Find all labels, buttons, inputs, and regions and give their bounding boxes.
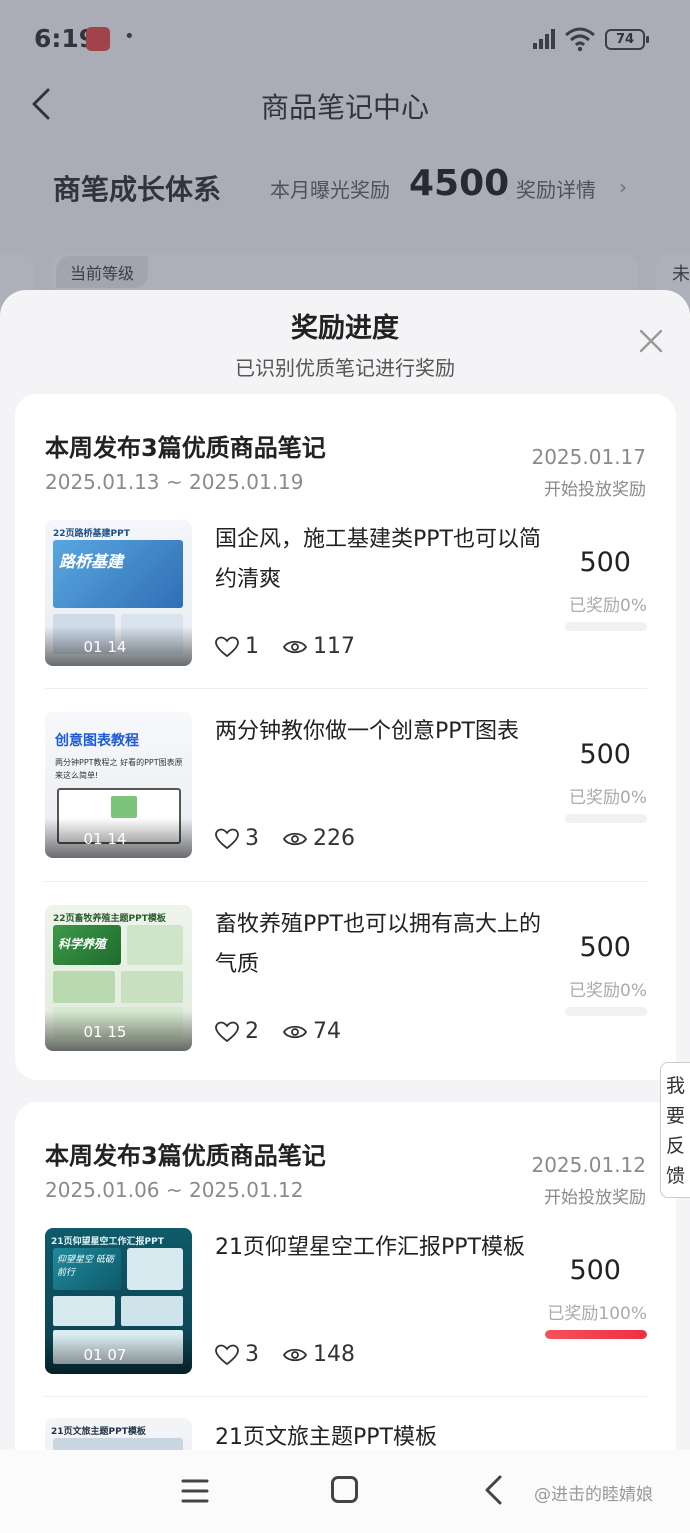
- note-row[interactable]: 21页仰望星空工作汇报PPT 仰望星空 砥砺前行 01 07 21页仰望星空工作…: [45, 1228, 647, 1374]
- reward-progress-bar: [565, 1007, 647, 1016]
- heart-icon: [215, 828, 239, 849]
- thumb-hero-text: 科学养殖: [58, 937, 107, 951]
- note-row[interactable]: 22页畜牧养殖主题PPT模板 科学养殖 01 15 畜牧养殖PPT也可以拥有高大…: [45, 905, 647, 1051]
- note-title[interactable]: 21页文旅主题PPT模板: [215, 1418, 545, 1450]
- reward-progress-label: 已奖励0%: [569, 981, 647, 1001]
- nav-back-icon[interactable]: [482, 1474, 504, 1506]
- thumb-date: 01 14: [83, 638, 127, 656]
- thumb-slide: [121, 971, 183, 1003]
- thumb-date: 01 15: [83, 1023, 127, 1041]
- week-card: 本周发布3篇优质商品笔记 2025.01.06 ~ 2025.01.12 202…: [15, 1102, 676, 1450]
- watermark: @进击的睦婧娘: [534, 1485, 653, 1505]
- eye-icon: [283, 640, 307, 653]
- reward-progress-sheet: 奖励进度 已识别优质笔记进行奖励 本周发布3篇优质商品笔记 2025.01.13…: [0, 290, 690, 1450]
- reward-progress-bar: [565, 814, 647, 823]
- reward-progress-fill: [545, 1330, 647, 1339]
- thumb-caption: 21页仰望星空工作汇报PPT: [51, 1237, 164, 1247]
- feedback-label: 我要反馈: [665, 1075, 685, 1187]
- thumb-hero-text: 仰望星空 砥砺前行: [57, 1255, 114, 1278]
- note-title[interactable]: 国企风，施工基建类PPT也可以简约清爽: [215, 520, 545, 600]
- close-icon[interactable]: [638, 328, 664, 354]
- divider: [45, 881, 647, 882]
- sheet-subtitle: 已识别优质笔记进行奖励: [235, 356, 455, 380]
- reward-start-status: 开始投放奖励: [544, 480, 646, 500]
- like-count: 2: [245, 1019, 259, 1044]
- view-count: 117: [313, 634, 355, 659]
- note-row[interactable]: 创意图表教程 两分钟PPT教程之 好看的PPT图表原来这么简单! 01 14 两…: [45, 712, 647, 858]
- divider: [45, 688, 647, 689]
- thumb-caption: 创意图表教程: [55, 733, 139, 749]
- menu-icon[interactable]: [181, 1478, 209, 1504]
- reward-start-date: 2025.01.12: [531, 1153, 646, 1177]
- note-stats: 3 226: [215, 826, 355, 851]
- thumb-hero: 路桥基建: [53, 540, 183, 608]
- heart-icon: [215, 636, 239, 657]
- reward-amount: 500: [579, 932, 631, 963]
- thumb-slide: [121, 1296, 183, 1326]
- week-title: 本周发布3篇优质商品笔记: [45, 1142, 326, 1170]
- week-range: 2025.01.13 ~ 2025.01.19: [45, 470, 304, 494]
- thumb-date: 01 14: [83, 830, 127, 848]
- thumb-hero: 仰望星空 砥砺前行: [53, 1248, 121, 1290]
- reward-amount: 500: [569, 1255, 621, 1286]
- reward-amount: 500: [579, 739, 631, 770]
- week-title: 本周发布3篇优质商品笔记: [45, 434, 326, 462]
- note-thumbnail[interactable]: 22页畜牧养殖主题PPT模板 科学养殖 01 15: [45, 905, 192, 1051]
- note-stats: 1 117: [215, 634, 355, 659]
- note-thumbnail[interactable]: 22页路桥基建PPT 路桥基建 01 14: [45, 520, 192, 666]
- reward-start-date: 2025.01.17: [531, 445, 646, 469]
- thumb-caption: 21页文旅主题PPT模板: [51, 1427, 146, 1437]
- thumb-caption: 22页路桥基建PPT: [53, 529, 130, 539]
- eye-icon: [283, 832, 307, 845]
- like-count: 1: [245, 634, 259, 659]
- reward-start-status: 开始投放奖励: [544, 1188, 646, 1208]
- thumb-hero: 科学养殖: [53, 925, 121, 965]
- thumb-slide: [53, 1296, 115, 1326]
- heart-icon: [215, 1021, 239, 1042]
- reward-amount: 500: [579, 547, 631, 578]
- sheet-title: 奖励进度: [291, 313, 399, 344]
- eye-icon: [283, 1348, 307, 1361]
- note-stats: 3 148: [215, 1342, 355, 1367]
- system-nav-bar: @进击的睦婧娘: [0, 1450, 690, 1533]
- divider: [45, 1396, 647, 1397]
- thumb-slide: [127, 925, 183, 965]
- feedback-button[interactable]: 我要反馈: [660, 1062, 690, 1198]
- note-title[interactable]: 21页仰望星空工作汇报PPT模板: [215, 1228, 545, 1268]
- note-title[interactable]: 畜牧养殖PPT也可以拥有高大上的气质: [215, 905, 545, 985]
- view-count: 148: [313, 1342, 355, 1367]
- like-count: 3: [245, 826, 259, 851]
- thumb-slide: [127, 1248, 183, 1290]
- eye-icon: [283, 1025, 307, 1038]
- note-thumbnail[interactable]: 21页仰望星空工作汇报PPT 仰望星空 砥砺前行 01 07: [45, 1228, 192, 1374]
- thumb-date: 01 07: [83, 1346, 127, 1364]
- note-thumbnail[interactable]: 创意图表教程 两分钟PPT教程之 好看的PPT图表原来这么简单! 01 14: [45, 712, 192, 858]
- note-row[interactable]: 21页文旅主题PPT模板 21页文旅主题PPT模板: [45, 1418, 647, 1450]
- view-count: 226: [313, 826, 355, 851]
- note-title[interactable]: 两分钟教你做一个创意PPT图表: [215, 712, 545, 752]
- home-icon[interactable]: [331, 1476, 358, 1503]
- view-count: 74: [313, 1019, 341, 1044]
- reward-progress-bar: [565, 622, 647, 631]
- note-stats: 2 74: [215, 1019, 341, 1044]
- thumb-hero: [53, 1438, 183, 1450]
- thumb-hero-text: 路桥基建: [59, 552, 124, 571]
- like-count: 3: [245, 1342, 259, 1367]
- thumb-chart-block: [111, 796, 137, 818]
- week-card: 本周发布3篇优质商品笔记 2025.01.13 ~ 2025.01.19 202…: [15, 394, 676, 1080]
- note-row[interactable]: 22页路桥基建PPT 路桥基建 01 14 国企风，施工基建类PPT也可以简约清…: [45, 520, 647, 666]
- thumb-hero-text: 两分钟PPT教程之 好看的PPT图表原来这么简单!: [55, 758, 183, 780]
- reward-progress-label: 已奖励100%: [547, 1304, 647, 1324]
- thumb-caption: 22页畜牧养殖主题PPT模板: [53, 914, 166, 924]
- reward-progress-label: 已奖励0%: [569, 788, 647, 808]
- reward-progress-bar: [545, 1330, 647, 1339]
- heart-icon: [215, 1344, 239, 1365]
- reward-progress-label: 已奖励0%: [569, 596, 647, 616]
- thumb-slide: [53, 971, 115, 1003]
- week-range: 2025.01.06 ~ 2025.01.12: [45, 1178, 304, 1202]
- note-thumbnail[interactable]: 21页文旅主题PPT模板: [45, 1418, 192, 1450]
